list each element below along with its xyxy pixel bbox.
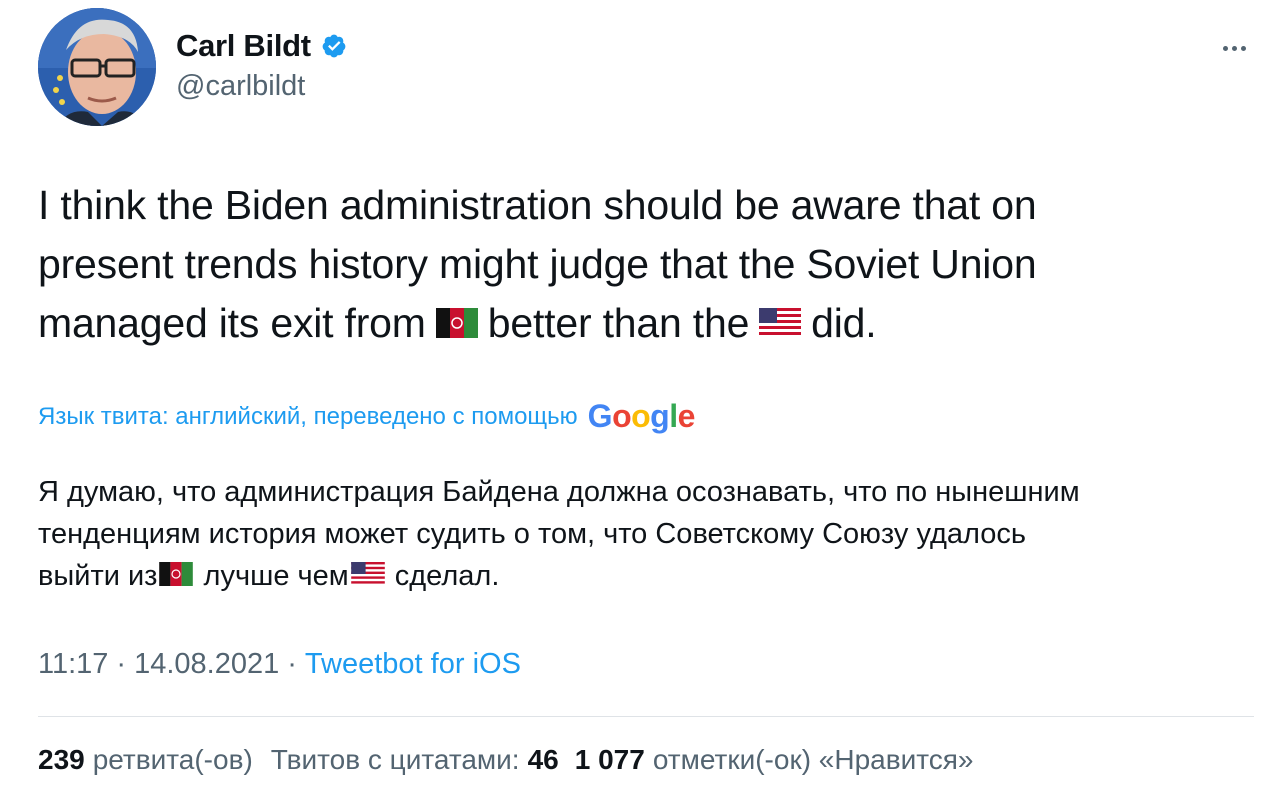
translated-text-segment: лучше чем [195, 560, 349, 592]
engagement-stats: 239 ретвита(-ов) Твитов с цитатами: 46 1… [38, 744, 974, 776]
afghanistan-flag-icon [159, 562, 194, 587]
tweet-meta: 11:17 · 14.08.2021 · Tweetbot for iOS [38, 648, 521, 681]
tweet-text-segment: did. [811, 300, 877, 346]
divider [38, 716, 1254, 717]
tweet-text-segment: managed its exit from [38, 300, 426, 346]
tweet-text-line: managed its exit from better than the di… [38, 294, 1238, 353]
translated-text-line: тенденциям история может судить о том, ч… [38, 518, 1027, 550]
tweet-text-segment: better than the [487, 300, 750, 346]
tweet-text-line: I think the Biden administration should … [38, 182, 1037, 228]
google-logo: Google [587, 398, 696, 434]
retweets-count: 239 [38, 744, 85, 775]
more-dot-icon [1240, 45, 1246, 51]
meta-separator: · [287, 648, 297, 680]
likes-stat[interactable]: 1 077 отметки(-ок) «Нравится» [575, 744, 974, 776]
more-options-button[interactable] [1216, 36, 1252, 60]
tweet-date[interactable]: 14.08.2021 [134, 648, 279, 681]
quotes-count: 46 [527, 744, 559, 775]
author-block: Carl Bildt @carlbildt [176, 26, 347, 103]
tweet-text: I think the Biden administration should … [38, 176, 1238, 353]
likes-label: отметки(-ок) «Нравится» [652, 744, 974, 775]
quotes-label: Твитов с цитатами: [270, 744, 520, 775]
avatar[interactable] [38, 8, 156, 126]
meta-separator: · [116, 648, 127, 680]
afghanistan-flag-icon [435, 308, 478, 339]
tweet-time[interactable]: 11:17 [38, 648, 108, 681]
usa-flag-icon [350, 562, 385, 587]
translation-note[interactable]: Язык твита: английский, переведено с пом… [38, 398, 695, 435]
translated-text: Я думаю, что администрация Байдена должн… [38, 471, 1248, 597]
retweets-label: ретвита(-ов) [92, 744, 253, 775]
likes-count: 1 077 [574, 744, 645, 775]
more-dot-icon [1231, 45, 1237, 51]
tweet-source-link[interactable]: Tweetbot for iOS [305, 648, 521, 681]
translated-text-line: выйти из лучше чем сделал. [38, 555, 1248, 597]
translated-text-line: Я думаю, что администрация Байдена должн… [38, 476, 1080, 508]
translated-text-segment: сделал. [386, 560, 500, 592]
verified-badge-icon [322, 34, 346, 58]
translation-note-label: Язык твита: английский, переведено с пом… [38, 402, 578, 430]
avatar-image [38, 8, 156, 126]
more-dot-icon [1222, 45, 1228, 51]
quotes-stat[interactable]: Твитов с цитатами: 46 [271, 744, 559, 776]
display-name[interactable]: Carl Bildt [176, 28, 311, 64]
tweet-text-line: present trends history might judge that … [38, 241, 1037, 287]
tweet-card: Carl Bildt @carlbildt I think the Biden … [0, 0, 1280, 797]
name-row: Carl Bildt [176, 26, 347, 66]
translated-text-segment: выйти из [38, 560, 158, 592]
usa-flag-icon [759, 308, 802, 339]
user-handle[interactable]: @carlbildt [176, 70, 347, 103]
retweets-stat[interactable]: 239 ретвита(-ов) [38, 744, 253, 776]
